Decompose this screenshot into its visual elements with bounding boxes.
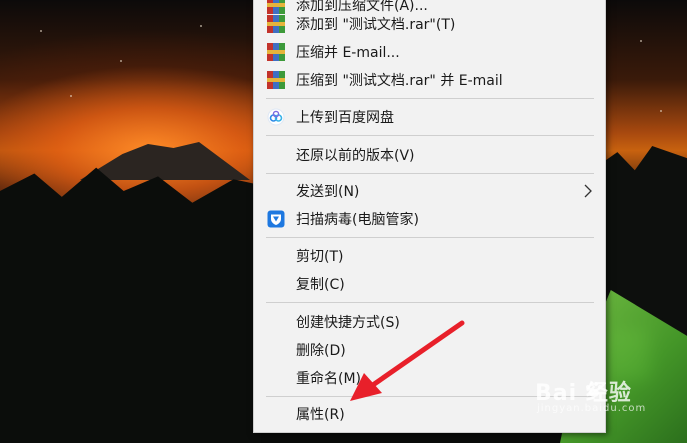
menu-item-label: 删除(D)	[296, 343, 346, 359]
chevron-right-icon	[581, 181, 595, 201]
menu-item-label: 上传到百度网盘	[296, 110, 394, 126]
winrar-icon	[266, 14, 286, 34]
wallpaper-star	[40, 30, 42, 32]
menu-item-label: 发送到(N)	[296, 184, 360, 200]
menu-item-compress-and-email[interactable]: 压缩并 E-mail...	[254, 38, 605, 66]
wallpaper-star	[660, 110, 662, 112]
menu-item-copy[interactable]: 复制(C)	[254, 270, 605, 298]
menu-item-compress-to-rar-and-email[interactable]: 压缩到 "测试文档.rar" 并 E-mail	[254, 66, 605, 94]
menu-item-label: 属性(R)	[296, 407, 345, 423]
menu-item-rename[interactable]: 重命名(M)	[254, 364, 605, 392]
menu-separator	[266, 396, 594, 397]
baidu-netdisk-icon	[266, 107, 286, 127]
tencent-pc-manager-shield-icon	[266, 209, 286, 229]
menu-item-label: 还原以前的版本(V)	[296, 148, 415, 164]
context-menu: 添加到压缩文件(A)... 添加到 "测试文档.rar"(T) 压缩并 E-ma…	[253, 0, 606, 433]
wallpaper-star	[640, 40, 642, 42]
menu-item-send-to[interactable]: 发送到(N)	[254, 177, 605, 205]
menu-item-label: 扫描病毒(电脑管家)	[296, 212, 419, 228]
menu-separator	[266, 135, 594, 136]
menu-item-restore-previous-versions[interactable]: 还原以前的版本(V)	[254, 141, 605, 169]
menu-item-label: 压缩到 "测试文档.rar" 并 E-mail	[296, 73, 503, 89]
menu-item-label: 创建快捷方式(S)	[296, 315, 400, 331]
menu-item-properties[interactable]: 属性(R)	[254, 400, 605, 428]
winrar-icon	[266, 70, 286, 90]
menu-separator	[266, 237, 594, 238]
menu-item-label: 添加到 "测试文档.rar"(T)	[296, 17, 456, 33]
menu-item-upload-baidu-netdisk[interactable]: 上传到百度网盘	[254, 103, 605, 131]
menu-item-scan-virus[interactable]: 扫描病毒(电脑管家)	[254, 205, 605, 233]
menu-item-create-shortcut[interactable]: 创建快捷方式(S)	[254, 308, 605, 336]
menu-item-delete[interactable]: 删除(D)	[254, 336, 605, 364]
wallpaper-star	[70, 95, 72, 97]
menu-item-add-to-rar[interactable]: 添加到 "测试文档.rar"(T)	[254, 10, 605, 38]
wallpaper-star	[120, 60, 122, 62]
menu-item-label: 复制(C)	[296, 277, 345, 293]
menu-item-label: 压缩并 E-mail...	[296, 45, 400, 61]
menu-separator	[266, 173, 594, 174]
menu-separator	[266, 98, 594, 99]
wallpaper-star	[200, 25, 202, 27]
menu-item-label: 剪切(T)	[296, 249, 344, 265]
menu-item-label: 重命名(M)	[296, 371, 362, 387]
menu-item-cut[interactable]: 剪切(T)	[254, 242, 605, 270]
winrar-icon	[266, 42, 286, 62]
menu-separator	[266, 302, 594, 303]
